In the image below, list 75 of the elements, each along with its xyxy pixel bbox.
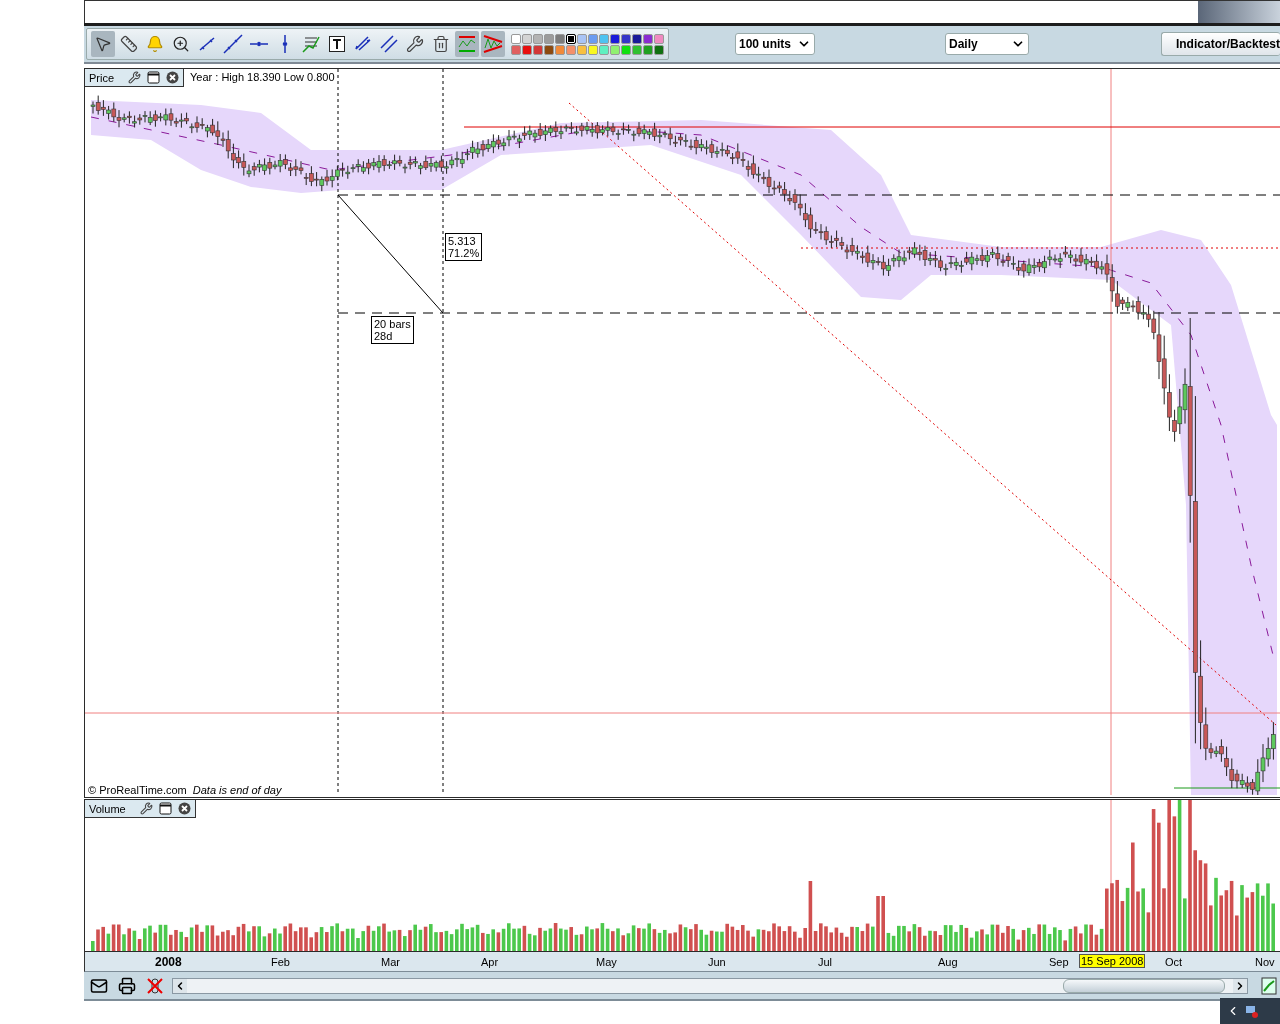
color-swatch[interactable] xyxy=(533,33,543,44)
axis-label: Jun xyxy=(708,956,726,968)
zoom-icon xyxy=(172,35,190,53)
color-swatch[interactable] xyxy=(610,44,620,55)
color-swatch[interactable] xyxy=(643,44,653,55)
axis-label: Mar xyxy=(381,956,400,968)
color-swatch[interactable] xyxy=(555,33,565,44)
wrench-icon[interactable] xyxy=(128,71,142,84)
tool-button[interactable] xyxy=(91,31,115,57)
color-swatch[interactable] xyxy=(544,33,554,44)
color-swatch[interactable] xyxy=(544,44,554,55)
color-swatch[interactable] xyxy=(599,33,609,44)
axis-label: Sep xyxy=(1049,956,1069,968)
color-swatch[interactable] xyxy=(643,33,653,44)
color-swatch[interactable] xyxy=(533,44,543,55)
axis-label: Apr xyxy=(481,956,499,968)
axis-label: Oct xyxy=(1165,956,1183,968)
axis-label: Aug xyxy=(938,956,958,968)
scrollbar[interactable] xyxy=(172,977,1248,994)
color-swatch[interactable] xyxy=(511,33,521,44)
wrench-icon[interactable] xyxy=(139,802,153,815)
channel-icon xyxy=(353,34,373,54)
color-swatch[interactable] xyxy=(654,44,664,55)
scroll-right-button[interactable] xyxy=(1233,978,1247,993)
pointer-icon xyxy=(94,35,112,53)
close-icon[interactable] xyxy=(166,71,180,84)
color-swatch[interactable] xyxy=(588,44,598,55)
window-icon[interactable] xyxy=(147,71,161,84)
line-segment-icon xyxy=(197,34,217,54)
date-cursor-label: 15 Sep 2008 xyxy=(1079,954,1146,968)
color-swatch[interactable] xyxy=(632,33,642,44)
axis-label: Feb xyxy=(271,956,290,968)
color-swatch[interactable] xyxy=(621,44,631,55)
period-select[interactable]: Daily xyxy=(945,33,1029,55)
color-swatch[interactable] xyxy=(566,44,576,55)
color-swatch[interactable] xyxy=(522,33,532,44)
ruler-icon xyxy=(120,35,138,53)
indicator-backtest-button[interactable]: Indicator/Backtest xyxy=(1160,32,1280,56)
color-swatch[interactable] xyxy=(555,44,565,55)
scroll-thumb[interactable] xyxy=(1063,978,1225,993)
color-swatch[interactable] xyxy=(577,33,587,44)
color-swatch[interactable] xyxy=(599,44,609,55)
color-swatch[interactable] xyxy=(632,44,642,55)
range-info: Year : High 18.390 Low 0.800 xyxy=(190,71,335,83)
axis-label: 2008 xyxy=(155,955,182,969)
parallel-lines-icon xyxy=(379,34,399,54)
color-swatch[interactable] xyxy=(588,33,598,44)
indicator-icon xyxy=(457,34,477,54)
color-swatch[interactable] xyxy=(522,44,532,55)
triangle-pattern-icon xyxy=(483,34,503,54)
axis-label: Jul xyxy=(818,956,833,968)
bell-icon xyxy=(146,35,164,53)
color-swatch[interactable] xyxy=(610,33,620,44)
axis-label: May xyxy=(596,956,617,968)
panel-title: Price xyxy=(89,71,115,84)
window-icon[interactable] xyxy=(158,802,172,815)
scroll-left-button[interactable] xyxy=(173,978,187,993)
color-swatch[interactable] xyxy=(566,33,576,44)
color-swatch[interactable] xyxy=(654,33,664,44)
trash-icon xyxy=(432,35,450,53)
line-icon xyxy=(223,34,243,54)
text-tool-icon xyxy=(327,34,347,54)
color-swatch[interactable] xyxy=(621,33,631,44)
measure-label: 5.313 71.2% xyxy=(445,233,483,261)
close-icon[interactable] xyxy=(177,802,191,815)
tools-icon xyxy=(406,35,424,53)
copyright-text: © ProRealTime.com xyxy=(88,784,187,796)
axis-label: Nov xyxy=(1255,956,1275,968)
measure-label: 20 bars 28d xyxy=(371,316,414,344)
quantity-select[interactable]: 100 units xyxy=(735,33,816,55)
color-swatch[interactable] xyxy=(511,44,521,55)
color-swatch[interactable] xyxy=(577,44,587,55)
data-note: Data is end of day xyxy=(192,784,282,796)
panel-title: Volume xyxy=(89,802,126,815)
fibonacci-icon xyxy=(301,34,321,54)
